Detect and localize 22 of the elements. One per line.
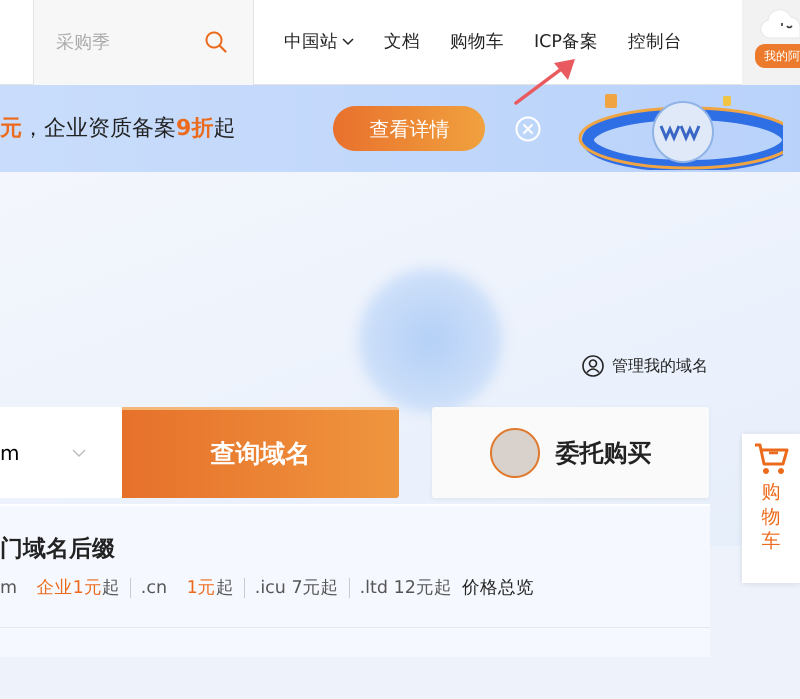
suffix-price[interactable]: .cn 1元起 [140, 574, 234, 601]
suffix-price[interactable]: .icu 7元起 [254, 574, 339, 601]
nav-link[interactable]: 控制台 [628, 28, 682, 56]
entrust-purchase-button[interactable]: 委托购买 [432, 407, 709, 498]
promo-text: 元，企业资质备案9折起 [0, 115, 236, 143]
nav-link[interactable]: ICP备案 [534, 28, 598, 56]
user-icon[interactable] [582, 355, 604, 377]
cart-icon [753, 442, 789, 476]
price-overview-link[interactable]: 价格总览 [462, 574, 534, 601]
search-field[interactable]: 采购季 [54, 28, 184, 56]
manage-domains-link[interactable]: 管理我的域名 [612, 354, 708, 378]
domain-input[interactable]: m [0, 407, 122, 498]
nav-link[interactable]: 文档 [384, 28, 420, 56]
suffix-price[interactable]: .ltd 12元起 [360, 574, 452, 601]
nav-link[interactable]: 中国站 [284, 28, 354, 56]
close-icon[interactable] [515, 116, 542, 142]
search-icon[interactable] [205, 31, 227, 53]
suffix-price[interactable]: m 企业1元起 [0, 574, 120, 601]
chevron-down-icon[interactable] [72, 449, 86, 457]
cloud-mascot-icon [760, 8, 800, 40]
section-title: 门域名后缀 [0, 535, 116, 564]
nav-link[interactable]: 购物车 [450, 28, 504, 56]
